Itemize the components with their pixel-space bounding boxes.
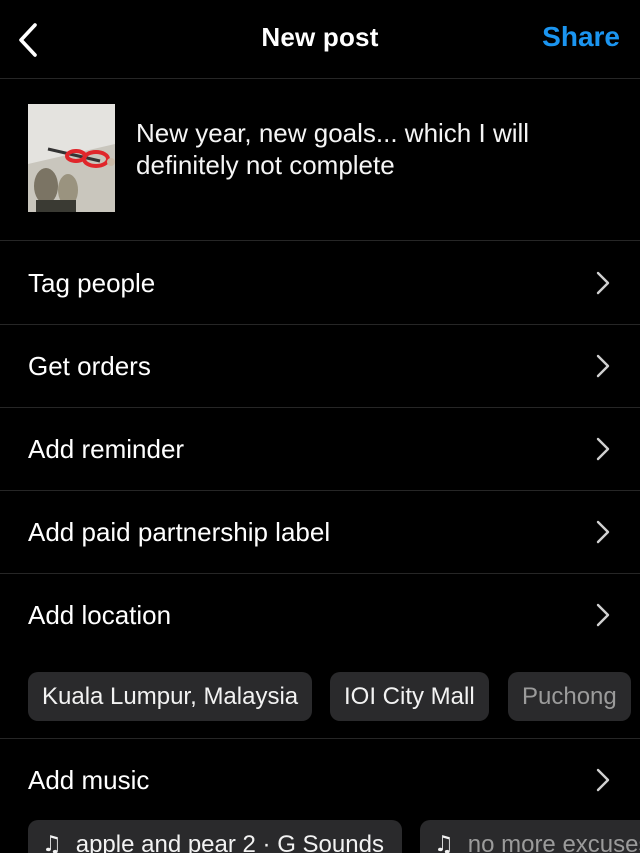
- add-location-row[interactable]: Add location: [0, 574, 640, 656]
- chevron-right-icon: [596, 271, 610, 295]
- music-chip[interactable]: ♫ apple and pear 2 · G Sounds: [28, 820, 402, 853]
- caption-text[interactable]: New year, new goals... which I will defi…: [136, 117, 606, 181]
- music-chip-label: no more excuses: [467, 831, 640, 853]
- tag-people-row[interactable]: Tag people: [0, 242, 640, 325]
- get-orders-row[interactable]: Get orders: [0, 325, 640, 408]
- location-chip[interactable]: Puchong: [508, 672, 631, 721]
- top-bar: New post Share: [0, 0, 640, 79]
- post-preview: New year, new goals... which I will defi…: [0, 79, 640, 241]
- chevron-right-icon: [596, 354, 610, 378]
- chevron-right-icon: [596, 520, 610, 544]
- share-button[interactable]: Share: [542, 21, 620, 53]
- music-suggestions: ♫ apple and pear 2 · G Sounds ♫ no more …: [0, 820, 640, 853]
- add-music-row[interactable]: Add music: [0, 739, 640, 821]
- location-chip[interactable]: IOI City Mall: [330, 672, 489, 721]
- thumbnail-image: [28, 104, 115, 212]
- add-reminder-row[interactable]: Add reminder: [0, 408, 640, 491]
- chevron-right-icon: [596, 768, 610, 792]
- music-note-icon: ♫: [42, 832, 62, 853]
- paid-partnership-label: Add paid partnership label: [28, 517, 331, 547]
- chevron-right-icon: [596, 437, 610, 461]
- chevron-right-icon: [596, 603, 610, 627]
- post-thumbnail[interactable]: [28, 104, 115, 212]
- paid-partnership-row[interactable]: Add paid partnership label: [0, 491, 640, 574]
- location-chip[interactable]: Kuala Lumpur, Malaysia: [28, 672, 313, 721]
- add-location-label: Add location: [28, 600, 172, 630]
- add-music-label: Add music: [28, 765, 150, 795]
- add-reminder-label: Add reminder: [28, 434, 185, 464]
- music-note-icon: ♫: [434, 832, 454, 853]
- tag-people-label: Tag people: [28, 268, 156, 298]
- location-suggestions: Kuala Lumpur, Malaysia IOI City Mall Puc…: [0, 672, 640, 722]
- get-orders-label: Get orders: [28, 351, 151, 381]
- music-chip-label: apple and pear 2 · G Sounds: [75, 831, 384, 853]
- music-chip[interactable]: ♫ no more excuses: [420, 820, 640, 853]
